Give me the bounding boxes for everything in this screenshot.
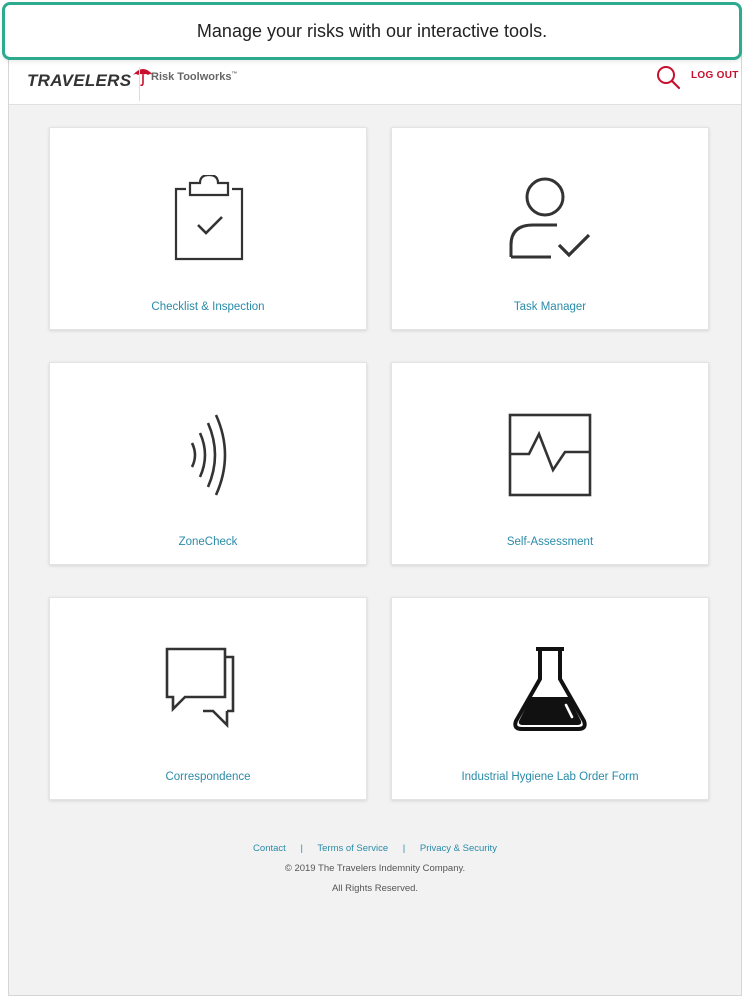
search-icon xyxy=(657,66,681,90)
logout-button[interactable]: LOG OUT xyxy=(691,70,739,81)
tile-label: Correspondence xyxy=(165,771,251,783)
product-name-text: Risk Toolworks xyxy=(151,71,232,83)
chat-bubbles-icon xyxy=(158,640,258,740)
tile-label: Task Manager xyxy=(513,301,587,313)
footer-links: Contact | Terms of Service | Privacy & S… xyxy=(9,843,741,854)
page-footer: Contact | Terms of Service | Privacy & S… xyxy=(9,843,741,894)
copyright-text: © 2019 The Travelers Indemnity Company. xyxy=(284,863,466,874)
footer-separator: | xyxy=(402,843,406,854)
tile-industrial-hygiene-lab-order[interactable]: Industrial Hygiene Lab Order Form xyxy=(391,597,709,800)
heartbeat-chart-icon xyxy=(500,405,600,505)
clipboard-check-icon xyxy=(158,170,258,270)
logo-text: TRAVELERS xyxy=(27,71,132,90)
search-button[interactable] xyxy=(655,64,681,95)
tile-task-manager[interactable]: Task Manager xyxy=(391,127,709,330)
tile-zonecheck[interactable]: ZoneCheck xyxy=(49,362,367,565)
tile-correspondence[interactable]: Correspondence xyxy=(49,597,367,800)
tile-label: ZoneCheck xyxy=(178,536,238,548)
tile-label: Self-Assessment xyxy=(506,536,594,548)
travelers-logo[interactable]: TRAVELERS xyxy=(27,69,154,92)
lab-flask-icon xyxy=(500,640,600,740)
footer-separator: | xyxy=(300,843,303,854)
app-frame: TRAVELERS Risk Toolworks™ LOG OUT Checkl… xyxy=(8,8,742,996)
tile-self-assessment[interactable]: Self-Assessment xyxy=(391,362,709,565)
footer-link-contact[interactable]: Contact xyxy=(253,843,286,854)
footer-link-terms[interactable]: Terms of Service xyxy=(317,843,388,854)
tile-label: Industrial Hygiene Lab Order Form xyxy=(461,771,639,783)
signal-waves-icon xyxy=(158,405,258,505)
tools-grid: Checklist & Inspection Task Manager Zone… xyxy=(49,127,711,800)
product-name: Risk Toolworks™ xyxy=(151,71,237,83)
promo-banner: Manage your risks with our interactive t… xyxy=(2,2,742,60)
header-divider xyxy=(139,67,140,101)
rights-text: All Rights Reserved. xyxy=(331,883,419,894)
person-check-icon xyxy=(500,170,600,270)
banner-text: Manage your risks with our interactive t… xyxy=(196,20,548,41)
tile-checklist-inspection[interactable]: Checklist & Inspection xyxy=(49,127,367,330)
trademark-mark: ™ xyxy=(231,71,238,78)
footer-link-privacy[interactable]: Privacy & Security xyxy=(420,843,497,854)
tile-label: Checklist & Inspection xyxy=(151,301,265,313)
